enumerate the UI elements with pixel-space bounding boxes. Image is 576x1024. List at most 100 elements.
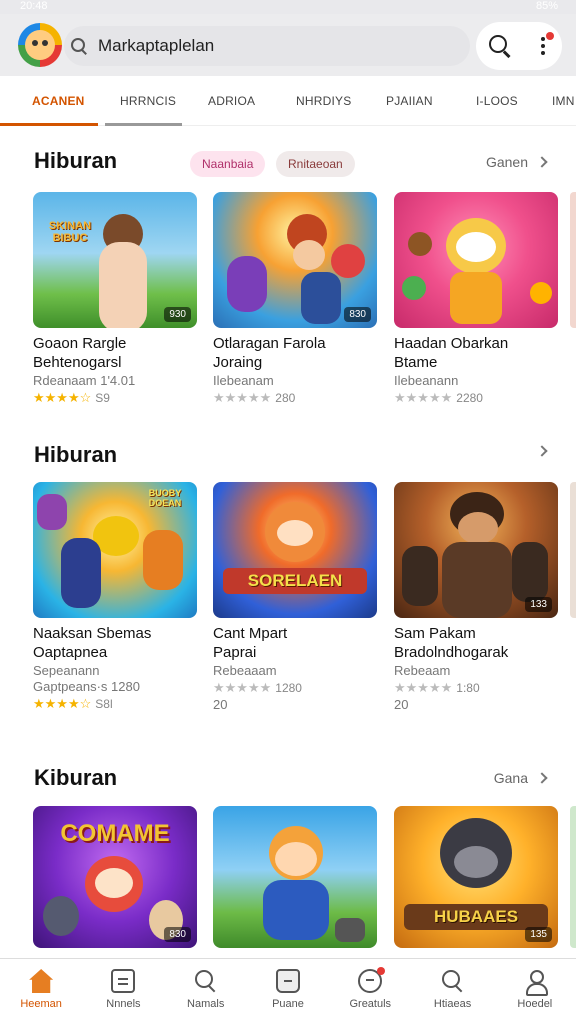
thumbnail-banner: COMAME bbox=[60, 820, 170, 847]
status-time: 20:48 bbox=[20, 0, 48, 12]
top-actions bbox=[476, 22, 562, 70]
chevron-right-icon bbox=[536, 156, 548, 168]
app-thumbnail: 830 bbox=[213, 192, 377, 328]
tab-3[interactable]: NHRDIYS bbox=[296, 94, 351, 108]
app-meta: Gaptpeans·s 1280 bbox=[33, 679, 140, 694]
see-all-link[interactable] bbox=[536, 445, 548, 457]
app-developer: Rebeaam bbox=[394, 663, 451, 678]
app-card[interactable]: 133 Sam Pakam Bradolndhogarak Rebeaam ★★… bbox=[394, 482, 558, 712]
nav-label: Nnnels bbox=[106, 998, 141, 1010]
app-card[interactable]: Haadan Obarkan Btame Ilebeanann ★★★★★ 228… bbox=[394, 192, 558, 406]
nav-item[interactable]: Hoedel bbox=[494, 959, 576, 1024]
app-title-line1: Haadan Obarkan bbox=[394, 335, 509, 352]
app-thumbnail bbox=[394, 192, 558, 328]
notification-dot bbox=[377, 967, 386, 975]
notification-dot bbox=[545, 32, 554, 40]
search-icon bbox=[441, 969, 465, 993]
search-bar[interactable]: Markaptaplelan bbox=[64, 26, 470, 66]
search-icon bbox=[194, 969, 218, 993]
tab-4[interactable]: PJAIIAN bbox=[386, 94, 433, 108]
section-title: Hiburan bbox=[34, 148, 118, 173]
app-card[interactable]: SORELAEN Cant Mpart Paprai Rebeaaam ★★★★… bbox=[213, 482, 377, 712]
app-thumbnail: HUBAAES 135 bbox=[394, 806, 558, 948]
star-rating: ★★★★★ bbox=[213, 390, 272, 405]
nav-label: Namals bbox=[187, 998, 225, 1010]
category-tabs: ACANEN HRRNCIS ADRIOA NHRDIYS PJAIIAN I-… bbox=[0, 76, 576, 126]
thumbnail-banner: SORELAEN bbox=[223, 568, 367, 594]
star-rating: ★★★★☆ bbox=[33, 696, 92, 711]
tab-0[interactable]: ACANEN bbox=[32, 94, 85, 108]
app-developer: Sepeanann bbox=[33, 663, 100, 678]
app-card[interactable]: BUOBY DOEAN Naaksan Sbemas Oaptapnea Sep… bbox=[33, 482, 197, 712]
rating-badge: 133 bbox=[525, 597, 552, 612]
app-title-line2: Joraing bbox=[213, 354, 263, 371]
app-logo-icon[interactable] bbox=[18, 23, 62, 67]
app-developer: Rebeaaam bbox=[213, 663, 277, 678]
app-card[interactable]: SKINAN BIBUC 930 Goaon Rargle Behtenogar… bbox=[33, 192, 197, 406]
star-rating: ★★★★★ bbox=[394, 390, 453, 405]
rating-badge: 930 bbox=[164, 307, 191, 322]
app-rating: ★★★★★ 1:80 bbox=[394, 680, 558, 696]
app-developer: Ilebeanam bbox=[213, 373, 274, 388]
status-battery: 85% bbox=[535, 0, 558, 12]
tab-5[interactable]: I-LOOS bbox=[476, 94, 518, 108]
app-developer: Rdeanaam 1'4.01 bbox=[33, 373, 136, 388]
app-card[interactable] bbox=[213, 806, 377, 948]
filter-chip[interactable]: Rnitaeoan bbox=[276, 151, 355, 177]
nav-item[interactable]: Nnnels bbox=[82, 959, 164, 1024]
rating-count: 280 bbox=[275, 391, 296, 405]
section-title: Kiburan bbox=[34, 765, 118, 790]
see-all-label: Ganen bbox=[485, 154, 528, 170]
thumbnail-banner: BUOBY DOEAN bbox=[148, 488, 182, 508]
game-icon bbox=[358, 967, 386, 993]
app-title-line2: Paprai bbox=[213, 644, 257, 661]
app-meta: 20 bbox=[213, 697, 228, 712]
app-thumbnail: SORELAEN bbox=[213, 482, 377, 618]
app-card[interactable]: HUBAAES 135 bbox=[394, 806, 558, 948]
nav-label: Htiaeas bbox=[433, 998, 472, 1010]
see-all-link[interactable]: Gana bbox=[493, 770, 548, 786]
thumbnail-banner: SKINAN BIBUC bbox=[48, 220, 92, 244]
nav-label: Hoedel bbox=[517, 998, 553, 1010]
rating-count: 1:80 bbox=[456, 681, 480, 695]
app-card[interactable]: 830 Otlaragan Farola Joraing Ilebeanam ★… bbox=[213, 192, 377, 406]
nav-label: Heeman bbox=[20, 998, 62, 1010]
filter-chip[interactable]: Naanbaia bbox=[190, 151, 266, 177]
nav-home[interactable]: Heeman bbox=[0, 959, 82, 1024]
app-thumbnail bbox=[213, 806, 377, 948]
app-title-line1: Otlaragan Farola bbox=[213, 335, 326, 352]
rating-badge: 830 bbox=[164, 927, 191, 942]
app-rating: ★★★★☆ S8l bbox=[33, 696, 197, 712]
next-card-peek bbox=[570, 806, 576, 948]
app-title-line2: Btame bbox=[394, 354, 438, 371]
see-all-link[interactable]: Ganen bbox=[485, 154, 548, 170]
app-title-line2: Oaptapnea bbox=[33, 644, 108, 661]
rating-count: 2280 bbox=[456, 391, 483, 405]
app-thumbnail: 133 bbox=[394, 482, 558, 618]
star-rating: ★★★★★ bbox=[394, 680, 453, 695]
nav-item[interactable]: Namals bbox=[165, 959, 247, 1024]
rating-count: S8l bbox=[95, 697, 113, 711]
app-rating: ★★★★☆ S9 bbox=[33, 390, 197, 406]
rating-count: 1280 bbox=[275, 681, 302, 695]
app-rating: ★★★★★ 2280 bbox=[394, 390, 558, 406]
top-bar: Markaptaplelan bbox=[0, 14, 576, 76]
nav-item[interactable]: Greatuls bbox=[329, 959, 411, 1024]
nav-item[interactable]: Puane bbox=[247, 959, 329, 1024]
tab-1[interactable]: HRRNCIS bbox=[120, 94, 176, 108]
tab-2[interactable]: ADRIOA bbox=[208, 94, 255, 108]
app-thumbnail: BUOBY DOEAN bbox=[33, 482, 197, 618]
rating-badge: 135 bbox=[525, 927, 552, 942]
more-options-icon[interactable] bbox=[536, 32, 554, 57]
nav-item[interactable]: Htiaeas bbox=[411, 959, 493, 1024]
see-all-label: Gana bbox=[493, 770, 528, 786]
app-card[interactable]: COMAME 830 bbox=[33, 806, 197, 948]
search-button-icon[interactable] bbox=[488, 35, 511, 57]
app-rating: ★★★★★ 280 bbox=[213, 390, 377, 406]
chevron-right-icon bbox=[536, 772, 548, 784]
app-title-line2: Bradolndhogarak bbox=[394, 644, 509, 661]
rating-badge: 830 bbox=[344, 307, 371, 322]
app-title-line2: Behtenogarsl bbox=[33, 354, 122, 371]
app-thumbnail: COMAME 830 bbox=[33, 806, 197, 948]
tab-6[interactable]: IMN bbox=[552, 94, 575, 108]
